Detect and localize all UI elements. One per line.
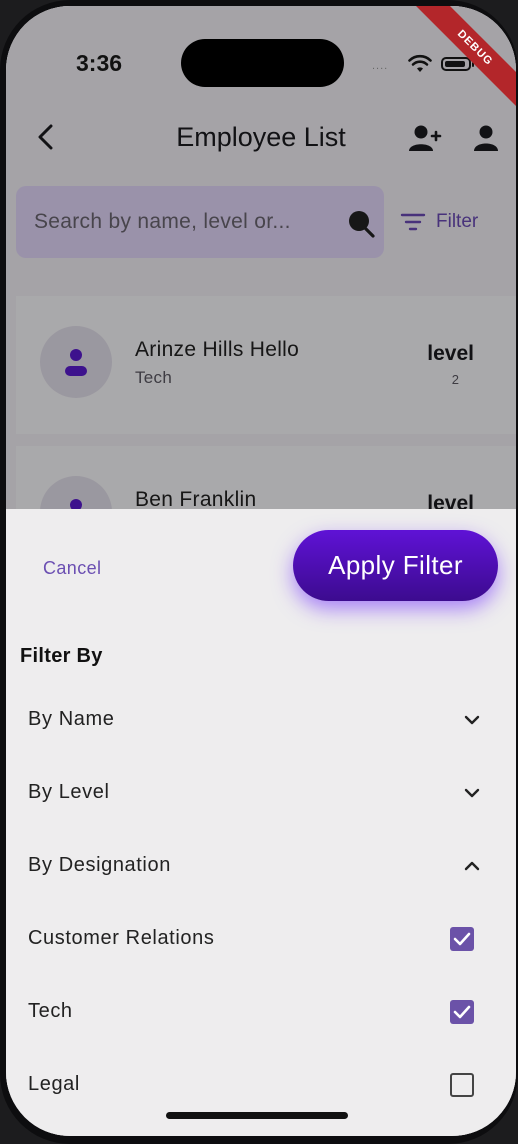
filter-option-by-level[interactable]: By Level (6, 763, 516, 823)
checkmark-icon (453, 932, 471, 946)
filter-option-by-designation[interactable]: By Designation (6, 836, 516, 896)
checkbox-checked[interactable] (450, 927, 474, 951)
filter-option-label: By Designation (28, 854, 171, 876)
filter-by-heading: Filter By (20, 645, 103, 667)
cancel-button[interactable]: Cancel (43, 558, 101, 579)
filter-bottom-sheet: Cancel Apply Filter Filter By By Name By… (6, 509, 516, 1136)
phone-frame: 3:36 .... Employee List Search by name, … (0, 0, 518, 1144)
designation-option-legal[interactable]: Legal (6, 1055, 516, 1115)
designation-label: Legal (28, 1073, 80, 1095)
checkmark-icon (453, 1005, 471, 1019)
checkbox-unchecked[interactable] (450, 1073, 474, 1097)
checkbox-checked[interactable] (450, 1000, 474, 1024)
designation-label: Tech (28, 1000, 73, 1022)
home-indicator[interactable] (166, 1112, 348, 1119)
filter-option-label: By Level (28, 781, 110, 803)
designation-option-customer-relations[interactable]: Customer Relations (6, 909, 516, 969)
designation-option-tech[interactable]: Tech (6, 982, 516, 1042)
apply-filter-button[interactable]: Apply Filter (293, 530, 498, 601)
filter-option-label: By Name (28, 708, 115, 730)
designation-label: Customer Relations (28, 927, 215, 949)
chevron-down-icon (464, 715, 480, 725)
filter-option-by-name[interactable]: By Name (6, 690, 516, 750)
chevron-up-icon (464, 861, 480, 871)
screen: 3:36 .... Employee List Search by name, … (6, 6, 516, 1136)
chevron-down-icon (464, 788, 480, 798)
